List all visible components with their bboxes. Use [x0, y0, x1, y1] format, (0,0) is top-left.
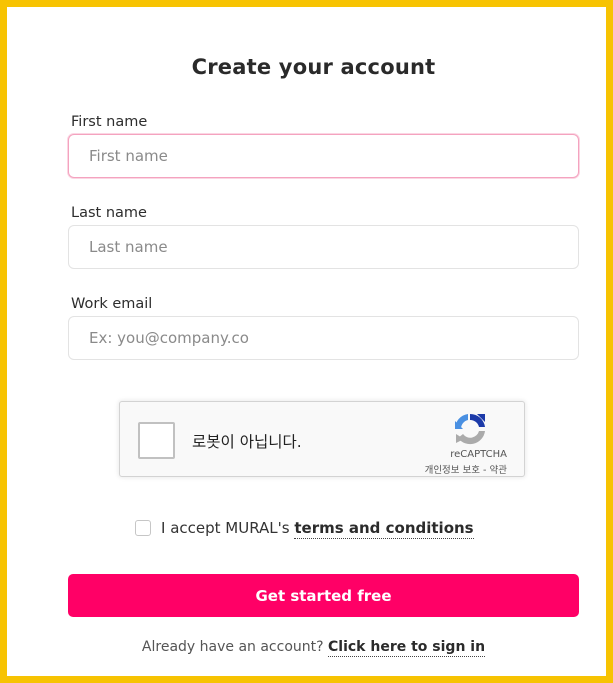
last-name-input[interactable] [68, 225, 579, 269]
signin-prompt: Already have an account? [141, 639, 329, 655]
recaptcha-logo-icon [454, 413, 485, 445]
get-started-button[interactable]: Get started free [68, 574, 579, 617]
page-title: Create your account [191, 55, 436, 79]
last-name-label: Last name [71, 205, 147, 221]
recaptcha-checkbox[interactable] [138, 422, 175, 459]
signup-frame: Create your account First name Last name… [0, 0, 613, 683]
terms-text: I accept MURAL's terms and conditions [161, 519, 474, 539]
recaptcha-widget: 로봇이 아닙니다. reCAPTCHA 개인정보 보호 - 약관 [119, 401, 525, 477]
signin-link[interactable]: Click here to sign in [328, 639, 486, 657]
first-name-label: First name [71, 114, 148, 130]
terms-prefix: I accept MURAL's [161, 519, 295, 537]
first-name-input[interactable] [68, 134, 579, 178]
terms-checkbox[interactable] [135, 520, 151, 536]
recaptcha-brand: reCAPTCHA [450, 449, 507, 460]
work-email-label: Work email [71, 296, 153, 312]
recaptcha-label: 로봇이 아닙니다. [192, 433, 302, 451]
signin-row: Already have an account? Click here to s… [7, 639, 613, 657]
recaptcha-privacy-terms-link[interactable]: 개인정보 보호 - 약관 [425, 462, 507, 476]
terms-link[interactable]: terms and conditions [294, 519, 474, 539]
work-email-input[interactable] [68, 316, 579, 360]
